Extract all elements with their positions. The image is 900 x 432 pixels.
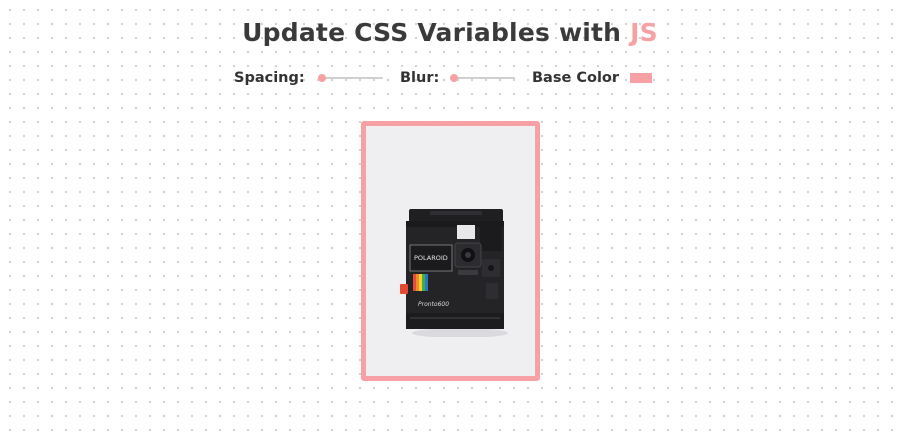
title-highlight-text: JS	[630, 18, 658, 47]
title-main-text: Update CSS Variables with	[242, 18, 631, 47]
page-title: Update CSS Variables with JS	[0, 18, 900, 47]
controls-bar: Spacing: Blur: Base Color	[0, 68, 900, 88]
photo-frame: POLAROID Pronto600	[361, 121, 540, 381]
blur-label: Blur:	[400, 70, 440, 86]
base-color-picker[interactable]	[630, 73, 652, 83]
blur-slider-track	[450, 77, 515, 79]
blur-slider[interactable]	[450, 74, 515, 82]
blur-slider-thumb[interactable]	[450, 74, 458, 82]
polaroid-camera-icon: POLAROID Pronto600	[400, 209, 508, 337]
base-color-label: Base Color	[532, 70, 620, 86]
camera-model-text: Pronto600	[418, 301, 449, 308]
spacing-slider-thumb[interactable]	[318, 74, 326, 82]
camera-brand-text: POLAROID	[414, 254, 448, 262]
spacing-slider[interactable]	[318, 74, 383, 82]
spacing-slider-track	[318, 77, 383, 79]
spacing-label: Spacing:	[234, 70, 305, 86]
